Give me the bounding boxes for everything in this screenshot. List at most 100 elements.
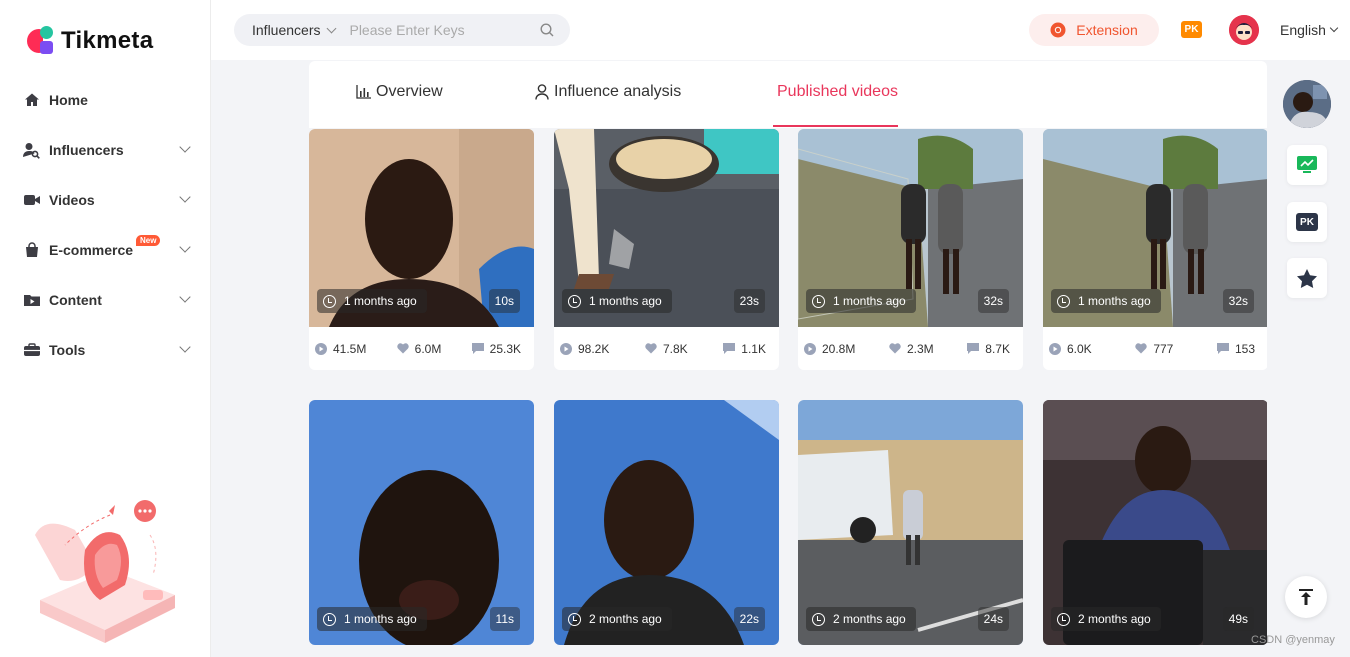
- active-tab-indicator: [773, 125, 898, 127]
- video-duration: 11s: [489, 607, 520, 631]
- chevron-down-icon: [327, 23, 337, 33]
- tab-label: Published videos: [777, 83, 898, 100]
- play-count: 20.8M: [804, 342, 855, 356]
- new-badge: New: [136, 235, 161, 246]
- user-icon: [535, 84, 549, 100]
- tab-overview[interactable]: Overview: [356, 83, 443, 101]
- video-thumbnail[interactable]: 1 months ago 11s: [309, 400, 534, 645]
- sidebar-item-influencers[interactable]: Influencers: [0, 125, 211, 175]
- heart-icon: [1135, 343, 1148, 354]
- pk-button[interactable]: PK: [1181, 21, 1202, 38]
- chevron-down-icon: [179, 341, 191, 353]
- shopping-bag-icon: [23, 242, 40, 259]
- chevron-down-icon: [1329, 23, 1339, 33]
- posted-time: 1 months ago: [1051, 289, 1161, 313]
- sidebar-item-home[interactable]: Home: [0, 75, 211, 125]
- comment-icon: [723, 343, 736, 354]
- top-bar: Influencers Extension PK English: [211, 0, 1350, 60]
- search-scope-select[interactable]: Influencers: [252, 22, 337, 38]
- comment-icon: [471, 343, 484, 354]
- influencer-avatar[interactable]: [1283, 80, 1331, 128]
- sidebar-item-videos[interactable]: Videos: [0, 175, 211, 225]
- video-thumbnail[interactable]: 2 months ago 22s: [554, 400, 779, 645]
- video-duration: 10s: [488, 289, 520, 313]
- video-card[interactable]: 1 months ago 32s 6.0K 777 153: [1043, 129, 1267, 370]
- language-label: English: [1280, 22, 1326, 38]
- sidebar-item-label: Home: [49, 92, 88, 108]
- clock-icon: [568, 294, 581, 308]
- sidebar-item-content[interactable]: Content: [0, 275, 211, 325]
- sidebar-item-tools[interactable]: Tools: [0, 325, 211, 375]
- video-card[interactable]: 2 months ago 49s: [1043, 400, 1267, 645]
- play-count: 6.0K: [1049, 342, 1092, 356]
- tab-published-videos[interactable]: Published videos: [777, 83, 898, 101]
- clock-icon: [323, 294, 336, 308]
- video-card[interactable]: 1 months ago 10s 41.5M 6.0M 25.3K: [309, 129, 534, 370]
- sidebar-item-label: E-commerce: [49, 242, 134, 258]
- avatar[interactable]: [1229, 15, 1259, 45]
- language-select[interactable]: English: [1280, 22, 1339, 38]
- video-icon: [23, 192, 40, 209]
- main-panel: Overview Influence analysis Published vi…: [309, 61, 1267, 657]
- video-card[interactable]: 1 months ago 32s 20.8M 2.3M 8.7K: [798, 129, 1023, 370]
- pk-compare-button[interactable]: PK: [1287, 202, 1327, 242]
- posted-time: 2 months ago: [806, 607, 916, 631]
- tab-label: Overview: [376, 83, 443, 100]
- back-to-top-button[interactable]: [1285, 576, 1327, 618]
- video-thumbnail[interactable]: 2 months ago 49s: [1043, 400, 1267, 645]
- comment-count: 1.1K: [723, 342, 766, 356]
- chevron-down-icon: [179, 141, 191, 153]
- search-icon[interactable]: [540, 23, 554, 37]
- arrow-up-icon: [1299, 589, 1313, 605]
- posted-time: 2 months ago: [1051, 607, 1161, 631]
- video-thumbnail[interactable]: 1 months ago 23s: [554, 129, 779, 327]
- pk-label: PK: [1296, 213, 1318, 231]
- extension-button[interactable]: Extension: [1029, 14, 1159, 46]
- clock-icon: [323, 612, 336, 626]
- video-duration: 24s: [977, 607, 1009, 631]
- logo-text: Tikmeta: [61, 27, 154, 54]
- play-icon: [1049, 342, 1061, 355]
- clock-icon: [812, 294, 825, 308]
- search-input[interactable]: [349, 22, 520, 38]
- sidebar-item-label: Tools: [49, 342, 86, 358]
- toolbox-icon: [23, 342, 40, 359]
- heart-icon: [645, 343, 657, 354]
- video-card[interactable]: 2 months ago 22s: [554, 400, 779, 645]
- video-thumbnail[interactable]: 1 months ago 32s: [1043, 129, 1267, 327]
- comment-count: 153: [1216, 342, 1255, 356]
- play-icon: [560, 342, 572, 355]
- chevron-down-icon: [179, 241, 191, 253]
- video-duration: 32s: [1222, 289, 1254, 313]
- heart-icon: [889, 343, 901, 354]
- sidebar-item-label: Content: [49, 292, 102, 308]
- play-icon: [804, 342, 816, 355]
- bar-chart-icon: [356, 85, 371, 99]
- star-icon: [1297, 268, 1317, 288]
- video-thumbnail[interactable]: 1 months ago 32s: [798, 129, 1023, 327]
- logo[interactable]: Tikmeta: [27, 26, 153, 56]
- clock-icon: [812, 612, 825, 626]
- favorite-button[interactable]: [1287, 258, 1327, 298]
- chevron-down-icon: [179, 191, 191, 203]
- video-card[interactable]: 1 months ago 11s: [309, 400, 534, 645]
- like-count: 7.8K: [645, 342, 688, 356]
- play-count: 98.2K: [560, 342, 609, 356]
- like-count: 2.3M: [889, 342, 934, 356]
- video-duration: 23s: [733, 289, 765, 313]
- video-card[interactable]: 1 months ago 23s 98.2K 7.8K 1.1K: [554, 129, 779, 370]
- sidebar-item-ecommerce[interactable]: E-commerce New: [0, 225, 211, 275]
- tab-label: Influence analysis: [554, 83, 682, 100]
- video-thumbnail[interactable]: 2 months ago 24s: [798, 400, 1023, 645]
- video-card[interactable]: 2 months ago 24s: [798, 400, 1023, 645]
- like-count: 777: [1135, 342, 1173, 356]
- tab-influence-analysis[interactable]: Influence analysis: [535, 83, 681, 101]
- posted-time: 1 months ago: [317, 289, 427, 313]
- folder-play-icon: [23, 292, 40, 309]
- video-stats: 20.8M 2.3M 8.7K: [798, 327, 1023, 370]
- clock-icon: [1057, 294, 1070, 308]
- monitor-button[interactable]: [1287, 145, 1327, 185]
- video-thumbnail[interactable]: 1 months ago 10s: [309, 129, 534, 327]
- comment-icon: [1216, 343, 1229, 354]
- extension-label: Extension: [1076, 22, 1138, 38]
